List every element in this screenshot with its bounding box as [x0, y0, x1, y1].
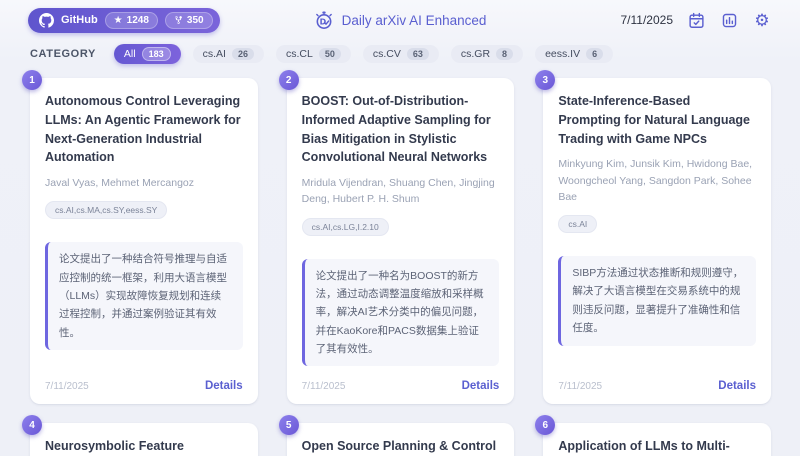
category-count: 26 [231, 48, 254, 60]
paper-title: State-Inference-Based Prompting for Natu… [558, 94, 751, 146]
card-number-badge: 3 [535, 70, 556, 90]
paper-title: Autonomous Control Leveraging LLMs: An A… [45, 94, 241, 165]
category-count: 183 [141, 47, 171, 61]
github-label: GitHub [61, 14, 98, 26]
paper-card: 4 Neurosymbolic Feature Extraction for I… [22, 415, 258, 456]
category-pill-eess-iv[interactable]: eess.IV 6 [535, 45, 614, 63]
paper-authors: Mridula Vijendran, Shuang Chen, Jingjing… [301, 177, 495, 206]
category-count: 8 [496, 48, 514, 60]
papers-grid: 1 Autonomous Control Leveraging LLMs: An… [0, 64, 800, 456]
paper-title: Application of LLMs to Multi-Robot Path … [558, 439, 730, 454]
category-count: 63 [406, 48, 429, 60]
category-label: CATEGORY [30, 48, 96, 60]
app-title: Daily arXiv AI Enhanced [341, 12, 487, 28]
github-forks-badge: 350 [164, 11, 213, 29]
paper-title: Open Source Planning & Control System wi… [301, 439, 497, 454]
star-count: 1248 [126, 14, 149, 26]
gear-icon[interactable]: ⚙ [752, 10, 772, 30]
svg-text:D: D [319, 17, 326, 26]
category-pill-cs-ai[interactable]: cs.AI 26 [192, 45, 264, 63]
header: GitHub ★ 1248 350 D Daily arXiv AI Enhan… [0, 0, 800, 34]
github-stars-badge: ★ 1248 [104, 11, 158, 29]
paper-date: 7/11/2025 [558, 380, 603, 392]
paper-authors: Minkyung Kim, Junsik Kim, Hwidong Bae, W… [558, 158, 753, 203]
card-number-badge: 4 [22, 415, 42, 436]
calendar-icon[interactable] [686, 10, 706, 30]
paper-tags: cs.AI [558, 215, 598, 234]
paper-summary: 论文提出了一种名为BOOST的新方法，通过动态调整温度缩放和采样概率，解决AI艺… [301, 258, 500, 367]
card-footer: 7/11/2025 Details [558, 366, 756, 392]
header-actions: 7/11/2025 ⚙ [621, 10, 773, 30]
category-pill-cs-cl[interactable]: cs.CL 50 [275, 45, 351, 63]
star-icon: ★ [113, 14, 123, 26]
card-footer: 7/11/2025 Details [302, 366, 500, 392]
paper-title: BOOST: Out-of-Distribution-Informed Adap… [301, 94, 491, 165]
paper-card: 1 Autonomous Control Leveraging LLMs: An… [22, 70, 258, 405]
paper-card: 5 Open Source Planning & Control System … [278, 415, 515, 456]
details-link[interactable]: Details [718, 380, 756, 392]
category-bar: CATEGORY All 183 cs.AI 26 cs.CL 50 cs.CV… [0, 34, 800, 64]
card-number-badge: 1 [22, 70, 42, 90]
app-logo-icon: D [314, 10, 334, 30]
paper-card: 6 Application of LLMs to Multi-Robot Pat… [535, 415, 771, 456]
paper-summary: SIBP方法通过状态推断和规则遵守，解决了大语言模型在交易系统中的规则违反问题，… [558, 256, 756, 346]
details-link[interactable]: Details [462, 380, 500, 392]
bar-chart-icon[interactable] [719, 10, 739, 30]
paper-title: Neurosymbolic Feature Extraction for Ide… [45, 439, 184, 454]
category-pill-all[interactable]: All 183 [113, 44, 181, 64]
paper-summary: 论文提出了一种结合符号推理与自适应控制的统一框架，利用大语言模型（LLMs）实现… [45, 242, 243, 351]
paper-card: 3 State-Inference-Based Prompting for Na… [535, 70, 771, 405]
app-brand: D Daily arXiv AI Enhanced [314, 10, 487, 30]
fork-icon [174, 15, 183, 25]
github-icon [39, 12, 54, 28]
card-number-badge: 5 [278, 415, 299, 436]
paper-date: 7/11/2025 [301, 380, 346, 392]
details-link[interactable]: Details [205, 380, 243, 392]
card-number-badge: 2 [278, 70, 299, 90]
paper-tags: cs.AI,cs.LG,I.2.10 [301, 217, 389, 236]
category-pill-cs-cv[interactable]: cs.CV 63 [362, 45, 439, 63]
paper-date: 7/11/2025 [45, 380, 89, 392]
category-count: 50 [318, 48, 341, 60]
fork-count: 350 [186, 14, 204, 26]
paper-authors: Javal Vyas, Mehmet Mercangoz [45, 177, 195, 189]
date-display: 7/11/2025 [620, 13, 674, 27]
card-footer: 7/11/2025 Details [45, 366, 243, 392]
github-badge[interactable]: GitHub ★ 1248 350 [28, 7, 220, 33]
paper-tags: cs.AI,cs.MA,cs.SY,eess.SY [45, 201, 168, 220]
paper-card: 2 BOOST: Out-of-Distribution-Informed Ad… [278, 70, 515, 405]
card-number-badge: 6 [535, 415, 556, 436]
category-pill-cs-gr[interactable]: cs.GR 8 [450, 45, 524, 63]
category-count: 6 [586, 48, 604, 60]
